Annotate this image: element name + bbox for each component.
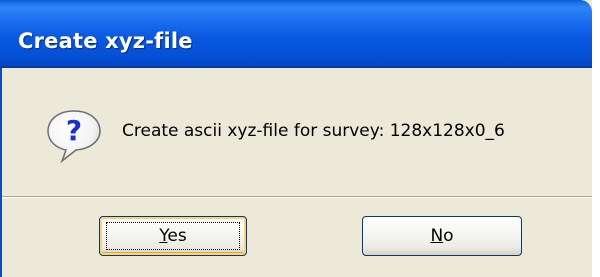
separator <box>2 196 592 198</box>
no-button[interactable]: No <box>362 216 522 256</box>
question-icon: ? <box>44 107 104 165</box>
dialog-window: Create xyz-file ? Create ascii xyz-file … <box>0 0 600 277</box>
background-edge <box>592 0 600 277</box>
no-button-label: No <box>430 226 453 246</box>
svg-text:?: ? <box>66 114 82 147</box>
no-mnemonic: N <box>430 226 444 246</box>
yes-label-rest: es <box>167 226 187 246</box>
dialog-message: Create ascii xyz-file for survey: 128x12… <box>122 121 505 141</box>
window-title: Create xyz-file <box>18 29 193 53</box>
yes-button[interactable]: Yes <box>99 216 247 256</box>
no-label-rest: o <box>443 226 454 246</box>
title-bar[interactable]: Create xyz-file <box>0 0 592 68</box>
yes-button-label: Yes <box>159 226 186 246</box>
